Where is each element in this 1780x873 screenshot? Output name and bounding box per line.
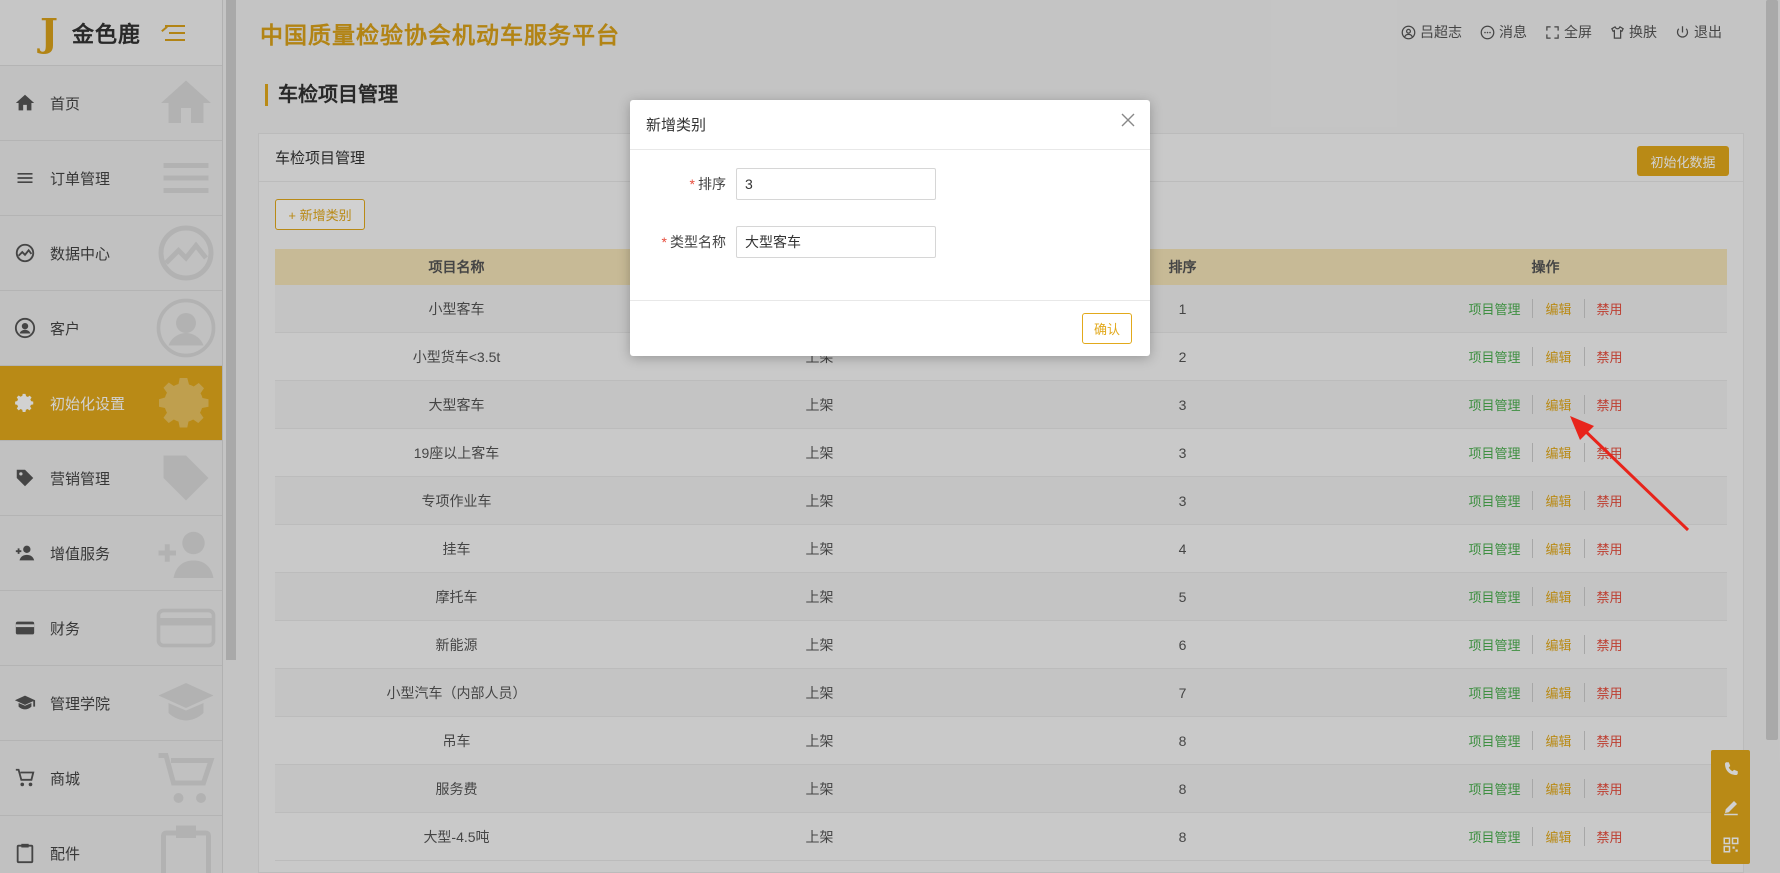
type-name-label-text: 类型名称 — [670, 234, 726, 250]
sort-label-text: 排序 — [698, 176, 726, 192]
sort-label: * 排序 — [630, 174, 736, 194]
add-category-dialog: 新增类别 * 排序 3 * 类型名称 大型客车 确认 — [630, 100, 1150, 356]
dialog-footer: 确认 — [630, 300, 1150, 356]
required-mark: * — [661, 234, 667, 250]
type-name-field-row: * 类型名称 大型客车 — [630, 226, 936, 258]
red-arrow-annotation — [1570, 416, 1690, 532]
required-mark: * — [689, 176, 695, 192]
confirm-button[interactable]: 确认 — [1082, 313, 1132, 344]
dialog-title: 新增类别 — [630, 100, 1150, 150]
type-name-label: * 类型名称 — [630, 232, 736, 252]
type-name-input[interactable]: 大型客车 — [736, 226, 936, 258]
sort-field-row: * 排序 3 — [630, 168, 936, 200]
sort-input[interactable]: 3 — [736, 168, 936, 200]
close-icon[interactable] — [1120, 112, 1136, 128]
